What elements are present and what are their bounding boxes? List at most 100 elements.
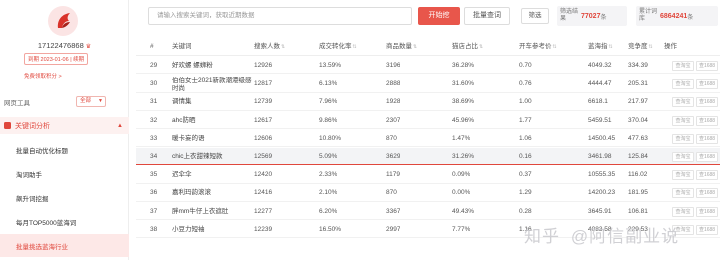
search-taobao-button[interactable]: 查淘宝 [672,133,694,144]
col-index: # [150,43,154,50]
cell-tmall-ratio: 31.26% [452,153,475,160]
table-row[interactable]: 36 嘉利玛韵滚滚 12416 2.10% 870 0.00% 1.29 14200.23 18… [136,184,720,202]
col-goods-count[interactable]: 商品数量⇅ [386,38,417,56]
cell-conversion: 10.80% [319,134,342,142]
search-taobao-button[interactable]: 查淘宝 [672,115,694,126]
cell-blue-ocean: 10555.35 [588,171,616,179]
user-phone-text: 17122476868 [37,41,84,50]
start-mining-button[interactable]: 开始挖 [418,7,460,25]
cell-competition: 125.84 [628,153,648,160]
cell-search-count: 12569 [254,153,273,160]
col-conversion-label: 成交转化率 [319,43,352,50]
web-tools-label: 网页工具 [4,100,30,107]
cell-competition: 477.63 [628,134,648,142]
cell-search-count: 12420 [254,171,273,179]
filter-result-value: 77027 [581,12,601,20]
search-1688-button[interactable]: 查1688 [696,152,718,162]
col-tmall-ratio[interactable]: 猫店占比⇅ [452,38,483,56]
cell-tmall-ratio: 0.00% [452,189,471,197]
table-row[interactable]: 37 胖mm牛仔上衣遮肚 12277 6.20% 3367 49.43% 0.28 3645.… [136,203,720,220]
search-1688-button[interactable]: 查1688 [696,133,718,144]
search-taobao-button[interactable]: 查淘宝 [672,206,694,217]
zhihu-watermark: 知乎 @阿信副业说 [524,222,679,247]
search-1688-button[interactable]: 查1688 [696,224,718,235]
table-row[interactable]: 32 ahc防晒 12617 9.86% 2307 45.96% 1.77 5459.51 37… [136,112,720,129]
cell-keyword: 调情集 [172,98,192,106]
filter-result-stat: 筛选结果 77027 条 [557,6,627,26]
keyword-analysis-label: 关键词分析 [15,122,50,130]
sidebar-item-rising-words[interactable]: 飙升词挖掘 [0,186,129,209]
cell-index: 38 [150,225,158,233]
sort-icon: ⇅ [479,44,484,50]
cell-goods-count: 870 [386,134,397,142]
col-conversion[interactable]: 成交转化率⇅ [319,38,357,56]
search-1688-button[interactable]: 查1688 [696,188,718,199]
total-words-value: 6864241 [660,12,688,20]
cell-tmall-ratio: 1.47% [452,134,471,142]
col-tmall-ratio-label: 猫店占比 [452,43,478,50]
search-1688-button[interactable]: 查1688 [696,61,718,71]
cell-keyword: ahc防晒 [172,116,196,124]
total-words-stat: 累计词库 6864241 条 [636,6,718,26]
col-competition[interactable]: 竞争度⇅ [628,38,653,56]
cell-goods-count: 1928 [386,98,401,106]
table-row[interactable]: 35 迟伞伞 12420 2.33% 1179 0.09% 0.37 10555.35 116.… [136,166,720,184]
col-goods-count-label: 商品数量 [386,43,412,50]
table-row[interactable]: 33 暖卡妄的语 12606 10.80% 870 1.47% 1.06 14500.45 47… [136,130,720,148]
search-taobao-button[interactable]: 查淘宝 [672,79,694,90]
cell-keyword: chic上衣甜辣短款 [172,153,223,160]
cell-keyword: 暖卡妄的语 [172,134,205,142]
cell-goods-count: 870 [386,189,397,197]
col-blue-ocean[interactable]: 蓝海指⇅ [588,38,613,56]
search-1688-button[interactable]: 查1688 [696,170,718,181]
search-1688-button[interactable]: 查1688 [696,97,718,108]
cell-conversion: 6.13% [319,80,338,88]
batch-query-button[interactable]: 批量查词 [464,7,510,25]
cell-tmall-ratio: 36.28% [452,62,475,69]
search-1688-button[interactable]: 查1688 [696,206,718,217]
keyword-analysis-section[interactable]: 关键词分析 ▲ [0,117,129,134]
cell-keyword: 嘉利玛韵滚滚 [172,189,211,197]
cell-keyword: 胖mm牛仔上衣遮肚 [172,207,229,215]
sidebar-item-label: 每月TOP5000蓝海词 [16,219,77,227]
sidebar-item-blue-ocean-industry[interactable]: 批量挑选蓝海行业 [0,234,129,257]
col-competition-label: 竞争度 [628,43,648,50]
search-taobao-button[interactable]: 查淘宝 [672,170,694,181]
search-1688-button[interactable]: 查1688 [696,115,718,126]
table-row[interactable]: 30 伯伯女士2021新款潮港级感时尚 12817 6.13% 2888 31.60% 0.… [136,75,720,93]
cell-search-count: 12416 [254,189,273,197]
web-tools-select[interactable]: 全部 ▼ [76,96,106,107]
cell-conversion: 2.10% [319,189,338,197]
table-row[interactable]: 34 chic上衣甜辣短款 12569 5.09% 3629 31.26% 0.16 3461… [136,148,720,166]
free-points-link[interactable]: 免费领取积分 > [24,72,62,80]
cell-tmall-ratio: 7.77% [452,225,471,233]
sort-icon: ⇅ [608,44,613,50]
search-input[interactable]: 请输入搜索关键词，获取近期数据 [148,7,412,25]
col-keyword: 关键词 [172,43,192,50]
cell-index: 30 [150,80,158,88]
col-search-count[interactable]: 搜索人数⇅ [254,38,285,56]
sidebar-item-batch-title[interactable]: 批量自动优化标题 [0,138,129,161]
search-taobao-button[interactable]: 查淘宝 [672,61,694,71]
cell-index: 29 [150,62,158,69]
filter-result-unit: 条 [600,14,607,21]
filter-button[interactable]: 筛选 [521,8,549,24]
cell-search-count: 12606 [254,134,273,142]
col-cpc[interactable]: 开车参考价⇅ [519,38,557,56]
watermark-site: 知乎 [524,227,560,246]
sidebar-item-top5000[interactable]: 每月TOP5000蓝海词 [0,210,129,233]
crown-icon: ♛ [85,44,92,50]
renew-badge[interactable]: 到期 2023-01-06 | 续期 [24,53,89,65]
table-row[interactable]: 29 好欢螺 螺蛳粉 12926 13.59% 3196 36.28% 0.70 4049.3… [136,57,720,75]
cell-blue-ocean: 3645.91 [588,207,612,215]
sidebar-item-word-helper[interactable]: 淘词助手 [0,162,129,185]
cell-cpc: 1.00 [519,98,532,106]
search-1688-button[interactable]: 查1688 [696,79,718,90]
cell-conversion: 9.86% [319,116,338,124]
search-taobao-button[interactable]: 查淘宝 [672,152,694,162]
search-taobao-button[interactable]: 查淘宝 [672,188,694,199]
app-logo [48,6,78,36]
table-row[interactable]: 31 调情集 12739 7.96% 1928 38.69% 1.00 6618.1 217.9… [136,93,720,111]
search-taobao-button[interactable]: 查淘宝 [672,97,694,108]
cell-competition: 106.81 [628,207,648,215]
